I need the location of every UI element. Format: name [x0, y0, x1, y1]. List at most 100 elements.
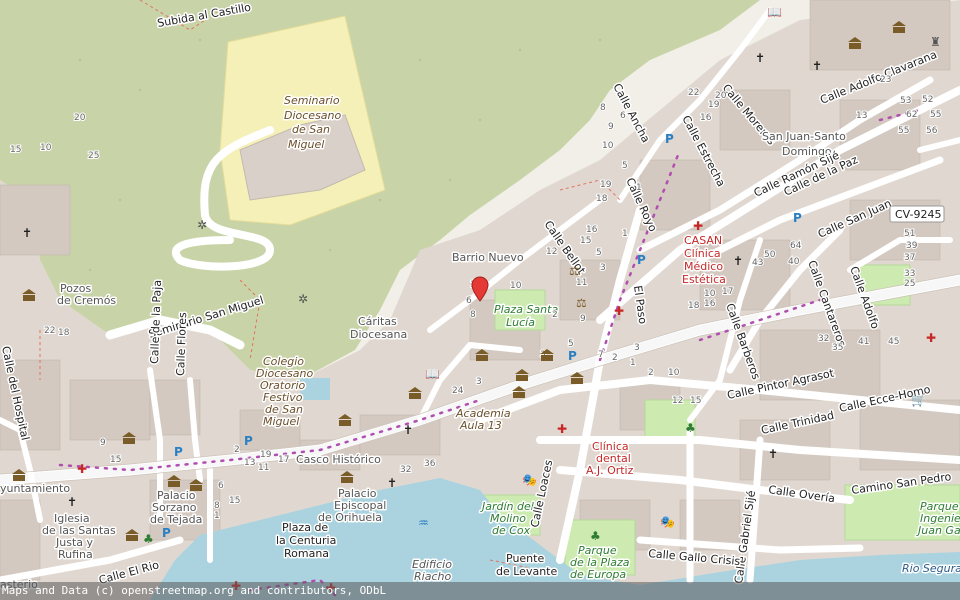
house-number: 10 — [40, 143, 52, 153]
label-plaza-santa-lucia-1: Plaza Santa — [494, 303, 558, 316]
shop-icon: 🛒 — [911, 393, 926, 407]
house-number: 7 — [598, 350, 604, 360]
house-number: 9 — [100, 438, 106, 448]
house-number: 9 — [608, 122, 614, 132]
label-plaza-santa-lucia-2: Lucía — [506, 316, 535, 329]
house-number: 33 — [904, 269, 915, 279]
label-calle-flores: Calle Flores — [174, 312, 189, 376]
house-number: 5 — [596, 248, 602, 258]
house-number: 8 — [470, 310, 476, 320]
label-casan-1: CASAN — [684, 234, 722, 247]
church-icon: ✝ — [22, 226, 32, 240]
house-number: 20 — [715, 91, 727, 101]
house-number: 8 — [600, 103, 606, 113]
church-icon: ✝ — [67, 495, 77, 509]
parking-icon: P — [793, 211, 802, 225]
label-rio-segura: Rio Segura — [902, 562, 960, 575]
house-number: 9 — [580, 314, 586, 324]
house-number: 32 — [400, 465, 411, 475]
house-number: 3 — [476, 377, 482, 387]
church-icon: ✝ — [812, 59, 822, 73]
house-number: 15 — [580, 236, 591, 246]
house-number: 3 — [634, 343, 640, 353]
map-attribution: Maps and Data (c) openstreetmap.org and … — [0, 582, 960, 600]
label-diocesano: Diocesano — [284, 109, 342, 122]
house-number: 16 — [704, 299, 716, 309]
house-number: 56 — [926, 126, 938, 136]
parking-icon: P — [665, 132, 674, 146]
house-number: 2 — [234, 445, 240, 455]
label-caritas-2: Diocesana — [350, 328, 407, 341]
label-clinica-dental-3: A.J. Ortiz — [586, 464, 634, 477]
church-icon: ✝ — [403, 423, 413, 437]
house-number: 36 — [424, 459, 436, 469]
house-number: 24 — [452, 386, 464, 396]
house-number: 10 — [510, 281, 522, 291]
clinic-icon: ✚ — [77, 462, 87, 476]
house-number: 25 — [88, 151, 99, 161]
house-number: 1 — [214, 511, 220, 521]
label-parque-ingeniero-3: Juan Gar — [916, 524, 960, 537]
house-number: 64 — [790, 241, 802, 251]
house-number: 8 — [214, 501, 220, 511]
house-number: 1 — [636, 183, 642, 193]
house-number: 43 — [752, 258, 763, 268]
location-pin-icon[interactable] — [471, 276, 489, 302]
house-number: 25 — [904, 279, 915, 289]
house-number: 2 — [648, 368, 654, 378]
house-number: 53 — [900, 96, 911, 106]
house-number: 12 — [672, 396, 683, 406]
house-number: 5 — [622, 161, 628, 171]
house-number: 18 — [58, 328, 70, 338]
label-casco-historico: Casco Histórico — [296, 453, 381, 466]
house-number: 45 — [888, 337, 899, 347]
label-plaza-centuria-3: Romana — [284, 547, 329, 560]
house-number: 52 — [922, 95, 933, 105]
house-number: 6 — [620, 111, 626, 121]
house-number: 17 — [722, 287, 733, 297]
clinic-icon: ✚ — [926, 331, 936, 345]
house-number: 37 — [904, 253, 915, 263]
house-number: 1 — [622, 229, 628, 239]
park-icon: ♣ — [590, 529, 601, 543]
house-number: 32 — [818, 334, 829, 344]
label-ayuntamiento: yuntamiento — [0, 482, 70, 495]
house-number: 15 — [690, 396, 701, 406]
label-iglesia-4: Rufina — [58, 548, 93, 561]
house-number: 10 — [704, 289, 716, 299]
house-number: 15 — [229, 496, 240, 506]
house-number: 3 — [600, 263, 606, 273]
house-number: 18 — [688, 301, 700, 311]
castle-icon: ♜ — [930, 35, 941, 49]
fountain-icon: ♒ — [418, 516, 429, 530]
house-number: 11 — [258, 463, 269, 473]
house-number: 17 — [278, 455, 289, 465]
house-number: 51 — [904, 229, 915, 239]
house-number: 13 — [856, 111, 867, 121]
courthouse-icon: ⚖ — [576, 296, 587, 310]
theatre-icon: 🎭 — [660, 515, 675, 529]
house-number: 5 — [568, 339, 574, 349]
church-icon: ✝ — [768, 447, 778, 461]
label-cv9245: CV-9245 — [895, 208, 942, 221]
park-icon: ♣ — [143, 532, 154, 546]
label-plaza-centuria-1: Plaza de — [282, 521, 328, 534]
label-casan-3: Médico — [684, 260, 723, 273]
house-number: 2 — [612, 353, 618, 363]
house-number: 55 — [930, 110, 941, 120]
house-number: 19 — [260, 450, 272, 460]
label-san-juan-santo-1: San Juan-Santo — [762, 130, 846, 143]
house-number: 62 — [906, 110, 917, 120]
house-number: 10 — [602, 141, 614, 151]
label-casan-4: Estética — [682, 273, 726, 286]
church-icon: ✝ — [733, 254, 743, 268]
house-number: 15 — [10, 145, 21, 155]
theatre-icon: 🎭 — [522, 473, 537, 487]
parking-icon: P — [244, 434, 253, 448]
label-casan-2: Clínica — [684, 247, 721, 260]
library-icon: 📖 — [767, 5, 782, 19]
library-icon: 📖 — [425, 367, 440, 381]
label-jardin-3: de Cox — [492, 524, 531, 537]
house-number: 23 — [880, 75, 891, 85]
label-plaza-centuria-2: la Centuria — [276, 534, 336, 547]
